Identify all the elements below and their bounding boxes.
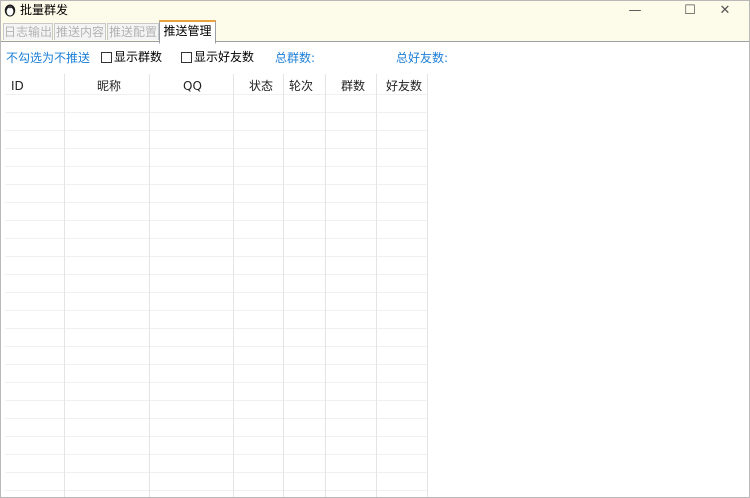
close-button[interactable]: ✕ <box>702 1 748 20</box>
show-groups-check[interactable] <box>101 51 112 63</box>
row-divider <box>5 310 428 311</box>
window-title: 批量群发 <box>20 3 69 17</box>
close-icon: ✕ <box>719 3 731 18</box>
row-divider <box>5 364 428 365</box>
column-divider[interactable] <box>283 74 284 497</box>
app-logo-icon <box>4 4 16 17</box>
hint-label: 不勾选为不推送 <box>6 51 91 65</box>
row-divider <box>5 418 428 419</box>
row-divider <box>5 166 428 167</box>
tab-push-content[interactable]: 推送内容 <box>54 23 106 40</box>
maximize-icon: ☐ <box>684 3 696 18</box>
account-table[interactable]: ID 昵称 QQ 状态 轮次 群数 好友数 <box>5 74 749 497</box>
column-divider[interactable] <box>376 74 377 497</box>
column-header-id[interactable]: ID <box>11 79 24 93</box>
column-header-friend-count[interactable]: 好友数 <box>386 79 422 93</box>
row-divider <box>5 148 428 149</box>
row-divider <box>5 274 428 275</box>
column-header-group-count[interactable]: 群数 <box>341 79 365 93</box>
column-divider[interactable] <box>427 74 428 497</box>
tab-strip: 日志输出 推送内容 推送配置 推送管理 <box>1 20 749 44</box>
show-friends-check[interactable] <box>181 51 192 63</box>
show-groups-checkbox[interactable]: 显示群数 <box>101 50 162 64</box>
row-divider <box>5 94 428 95</box>
row-divider <box>5 112 428 113</box>
row-divider <box>5 220 428 221</box>
row-divider <box>5 454 428 455</box>
tab-push-config[interactable]: 推送配置 <box>107 23 159 40</box>
row-divider <box>5 130 428 131</box>
row-divider <box>5 400 428 401</box>
row-divider <box>5 292 428 293</box>
row-divider <box>5 382 428 383</box>
column-divider[interactable] <box>325 74 326 497</box>
row-divider <box>5 238 428 239</box>
row-divider <box>5 328 428 329</box>
tab-log-output[interactable]: 日志输出 <box>3 23 53 40</box>
total-groups-label: 总群数: <box>275 51 316 65</box>
show-friends-checkbox[interactable]: 显示好友数 <box>181 50 254 64</box>
row-divider <box>5 202 428 203</box>
row-divider <box>5 184 428 185</box>
column-divider[interactable] <box>233 74 234 497</box>
total-friends-label: 总好友数: <box>396 51 449 65</box>
column-header-nickname[interactable]: 昵称 <box>97 79 121 93</box>
title-bar[interactable]: 批量群发 — ☐ ✕ <box>1 1 749 20</box>
row-divider <box>5 256 428 257</box>
column-divider[interactable] <box>149 74 150 497</box>
column-divider[interactable] <box>64 74 65 497</box>
app-window: 批量群发 — ☐ ✕ 日志输出 推送内容 推送配置 推送管理 不勾选为不推送 显… <box>0 0 750 498</box>
show-groups-label: 显示群数 <box>114 50 163 64</box>
column-header-status[interactable]: 状态 <box>249 79 273 93</box>
column-header-round[interactable]: 轮次 <box>289 79 313 93</box>
row-divider <box>5 472 428 473</box>
column-header-qq[interactable]: QQ <box>183 79 202 93</box>
row-divider <box>5 436 428 437</box>
show-friends-label: 显示好友数 <box>194 50 255 64</box>
tab-push-management[interactable]: 推送管理 <box>159 20 216 44</box>
minimize-button[interactable]: — <box>612 1 658 20</box>
row-divider <box>5 490 428 491</box>
minimize-icon: — <box>628 3 642 18</box>
row-divider <box>5 346 428 347</box>
